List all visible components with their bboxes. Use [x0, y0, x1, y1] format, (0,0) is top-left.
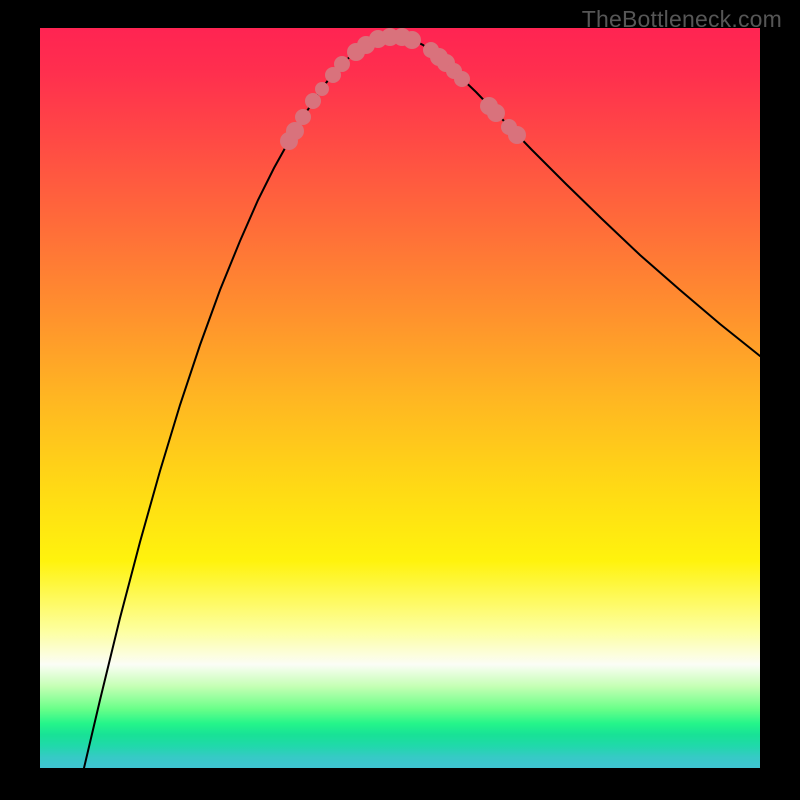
- plot-area: [40, 28, 760, 768]
- curve-marker: [295, 109, 311, 125]
- bottleneck-curve-line: [84, 36, 760, 768]
- curve-marker: [305, 93, 321, 109]
- curve-marker: [508, 126, 526, 144]
- curve-marker: [487, 104, 505, 122]
- curve-svg: [40, 28, 760, 768]
- curve-marker: [334, 56, 350, 72]
- chart-frame: TheBottleneck.com: [0, 0, 800, 800]
- curve-markers: [280, 28, 526, 150]
- curve-marker: [315, 82, 329, 96]
- curve-marker: [403, 31, 421, 49]
- curve-marker: [454, 71, 470, 87]
